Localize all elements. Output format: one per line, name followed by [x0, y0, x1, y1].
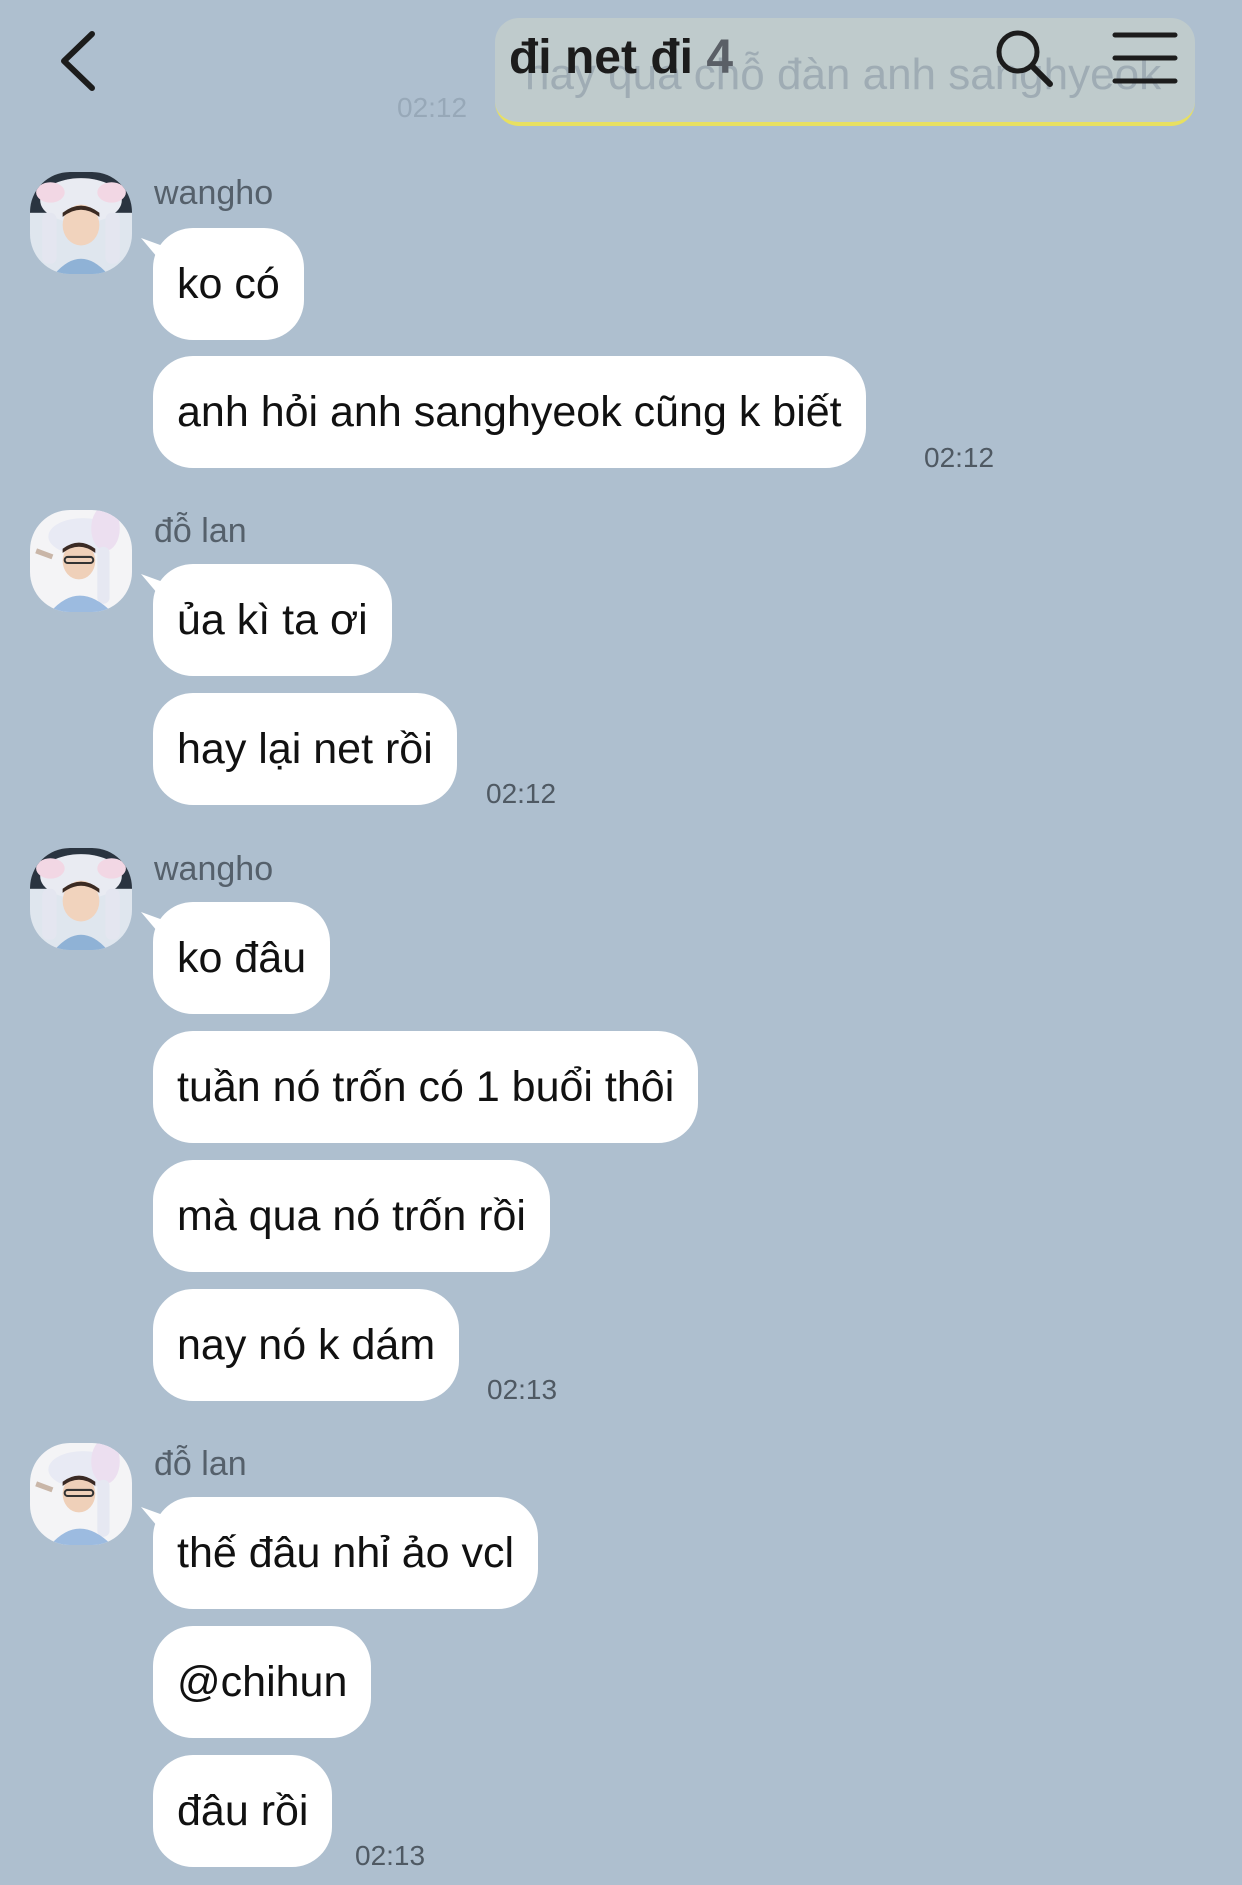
hamburger-menu-icon: [1112, 32, 1178, 84]
avatar[interactable]: [30, 172, 132, 274]
message-bubble[interactable]: hay lại net rồi: [153, 693, 457, 805]
message-bubble[interactable]: tuần nó trốn có 1 buổi thôi: [153, 1031, 699, 1143]
message-bubble[interactable]: @chihun: [153, 1626, 372, 1738]
avatar[interactable]: [30, 510, 132, 612]
message-time: 02:13: [487, 1374, 558, 1405]
member-count: 4: [706, 31, 734, 84]
avatar-do-lan: [30, 1443, 132, 1545]
menu-button[interactable]: [1112, 30, 1178, 86]
avatar-do-lan: [30, 510, 132, 612]
sender-name[interactable]: wangho: [154, 850, 273, 889]
avatar[interactable]: [30, 848, 132, 950]
message-bubble[interactable]: anh hỏi anh sanghyeok cũng k biết: [153, 356, 866, 468]
message-bubble[interactable]: nay nó k dám: [153, 1289, 460, 1401]
sender-name[interactable]: đỗ lan: [154, 512, 247, 551]
message-bubble[interactable]: mà qua nó trốn rồi: [153, 1160, 550, 1272]
message-bubble[interactable]: ủa kì ta ơi: [153, 564, 392, 676]
chat-header: hay qua chỗ đàn anh sanghyeok 02:12 đi n…: [0, 0, 1242, 140]
sender-name[interactable]: đỗ lan: [154, 1445, 247, 1484]
message-time: 02:12: [924, 442, 995, 473]
background-message-time: 02:12: [397, 92, 468, 123]
message-time: 02:12: [486, 778, 557, 809]
sender-name[interactable]: wangho: [154, 174, 273, 213]
avatar-wangho: [30, 848, 132, 950]
search-icon: [996, 30, 1053, 87]
message-bubble[interactable]: ko có: [153, 228, 304, 340]
message-time: 02:13: [355, 1840, 426, 1871]
avatar-wangho: [30, 172, 132, 274]
avatar[interactable]: [30, 1443, 132, 1545]
chat-name: đi net đi: [508, 31, 693, 84]
message-bubble[interactable]: ko đâu: [153, 902, 331, 1014]
search-button[interactable]: [992, 26, 1056, 90]
message-bubble[interactable]: thế đâu nhỉ ảo vcl: [153, 1497, 539, 1609]
message-bubble[interactable]: đâu rồi: [153, 1755, 333, 1867]
